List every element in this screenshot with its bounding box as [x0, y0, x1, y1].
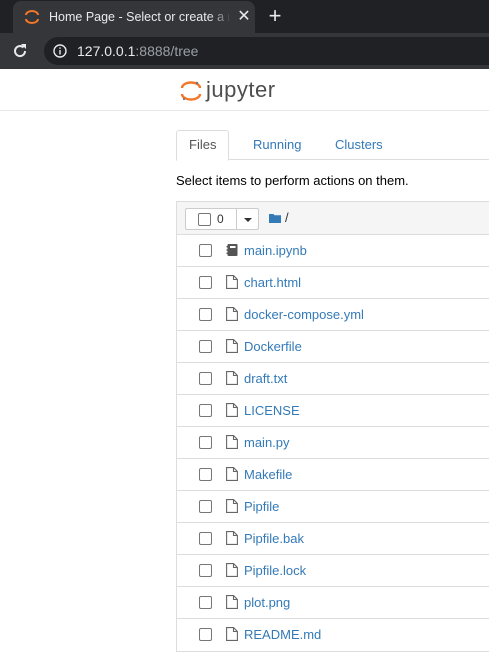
- file-row[interactable]: chart.html: [177, 267, 489, 299]
- file-link[interactable]: main.ipynb: [244, 243, 307, 259]
- file-checkbox[interactable]: [199, 276, 212, 289]
- jupyter-logo[interactable]: jupyter: [180, 77, 290, 105]
- file-icon: [226, 275, 238, 289]
- close-tab-icon[interactable]: ✕: [235, 8, 253, 26]
- select-all-checkbox[interactable]: [198, 213, 211, 226]
- jupyter-logo-icon: [180, 81, 202, 101]
- file-icon: [226, 339, 238, 353]
- folder-icon[interactable]: [269, 213, 281, 223]
- browser-toolbar: 127.0.0.1:8888/tree: [0, 33, 489, 69]
- address-bar[interactable]: 127.0.0.1:8888/tree: [44, 37, 489, 65]
- file-icon: [226, 403, 238, 417]
- file-link[interactable]: plot.png: [244, 595, 290, 611]
- file-link[interactable]: Pipfile.bak: [244, 531, 304, 547]
- file-checkbox[interactable]: [199, 500, 212, 513]
- file-checkbox[interactable]: [199, 372, 212, 385]
- browser-tab[interactable]: Home Page - Select or create a notebook …: [13, 1, 255, 33]
- chevron-down-icon[interactable]: [244, 218, 252, 222]
- file-link[interactable]: Dockerfile: [244, 339, 302, 355]
- url-path: :8888/tree: [135, 43, 199, 59]
- file-checkbox[interactable]: [199, 308, 212, 321]
- file-row[interactable]: Makefile: [177, 459, 489, 491]
- file-row[interactable]: docker-compose.yml: [177, 299, 489, 331]
- selected-count: 0: [217, 212, 224, 226]
- file-checkbox[interactable]: [199, 468, 212, 481]
- file-icon: [226, 467, 238, 481]
- file-link[interactable]: Makefile: [244, 467, 292, 483]
- file-checkbox[interactable]: [199, 340, 212, 353]
- file-checkbox[interactable]: [199, 404, 212, 417]
- file-icon: [226, 595, 238, 609]
- file-checkbox[interactable]: [199, 244, 212, 257]
- breadcrumb-root[interactable]: /: [285, 210, 289, 226]
- info-icon[interactable]: [53, 44, 67, 58]
- file-link[interactable]: draft.txt: [244, 371, 287, 387]
- file-checkbox[interactable]: [199, 628, 212, 641]
- select-all-control: 0: [185, 208, 259, 230]
- file-link[interactable]: Pipfile: [244, 499, 279, 515]
- file-icon: [226, 435, 238, 449]
- file-rows: main.ipynb chart.html docker-compose.yml Do…: [177, 235, 489, 651]
- file-row[interactable]: Pipfile: [177, 491, 489, 523]
- file-list-header: 0 /: [177, 202, 489, 235]
- tab-title-fade: [209, 7, 233, 27]
- main-tabs: Files Running Clusters: [176, 130, 489, 161]
- file-row[interactable]: README.md: [177, 619, 489, 651]
- tab-running[interactable]: Running: [241, 130, 313, 160]
- file-row[interactable]: Dockerfile: [177, 331, 489, 363]
- file-row[interactable]: draft.txt: [177, 363, 489, 395]
- file-icon: [226, 531, 238, 545]
- file-link[interactable]: LICENSE: [244, 403, 300, 419]
- file-icon: [226, 371, 238, 385]
- file-link[interactable]: chart.html: [244, 275, 301, 291]
- file-checkbox[interactable]: [199, 596, 212, 609]
- file-list: 0 / main.ipynb chart.html docker-compose.y…: [176, 201, 489, 652]
- file-row[interactable]: main.py: [177, 427, 489, 459]
- file-link[interactable]: main.py: [244, 435, 290, 451]
- file-link[interactable]: Pipfile.lock: [244, 563, 306, 579]
- file-link[interactable]: docker-compose.yml: [244, 307, 364, 323]
- tab-clusters[interactable]: Clusters: [323, 130, 395, 160]
- browser-tab-title: Home Page - Select or create a notebook: [49, 10, 229, 24]
- file-icon: [226, 307, 238, 321]
- select-divider: [236, 208, 237, 230]
- file-link[interactable]: README.md: [244, 627, 321, 643]
- tab-files[interactable]: Files: [176, 130, 230, 161]
- file-checkbox[interactable]: [199, 564, 212, 577]
- file-icon: [226, 627, 238, 641]
- file-checkbox[interactable]: [199, 532, 212, 545]
- file-row[interactable]: LICENSE: [177, 395, 489, 427]
- file-row[interactable]: Pipfile.lock: [177, 555, 489, 587]
- jupyter-logo-text: jupyter: [206, 77, 276, 102]
- jupyter-header: jupyter: [0, 69, 489, 111]
- file-row[interactable]: Pipfile.bak: [177, 523, 489, 555]
- url-host: 127.0.0.1: [77, 43, 136, 59]
- file-icon: [226, 499, 238, 513]
- browser-tab-bar: Home Page - Select or create a notebook …: [0, 0, 489, 33]
- jupyter-favicon-icon: [25, 10, 39, 24]
- notebook-icon: [226, 243, 238, 257]
- instructions-text: Select items to perform actions on them.: [176, 173, 409, 188]
- file-checkbox[interactable]: [199, 436, 212, 449]
- url-text: 127.0.0.1:8888/tree: [77, 42, 198, 60]
- file-row[interactable]: plot.png: [177, 587, 489, 619]
- new-tab-button[interactable]: +: [264, 4, 286, 28]
- reload-icon[interactable]: [10, 41, 30, 61]
- file-icon: [226, 563, 238, 577]
- file-row[interactable]: main.ipynb: [177, 235, 489, 267]
